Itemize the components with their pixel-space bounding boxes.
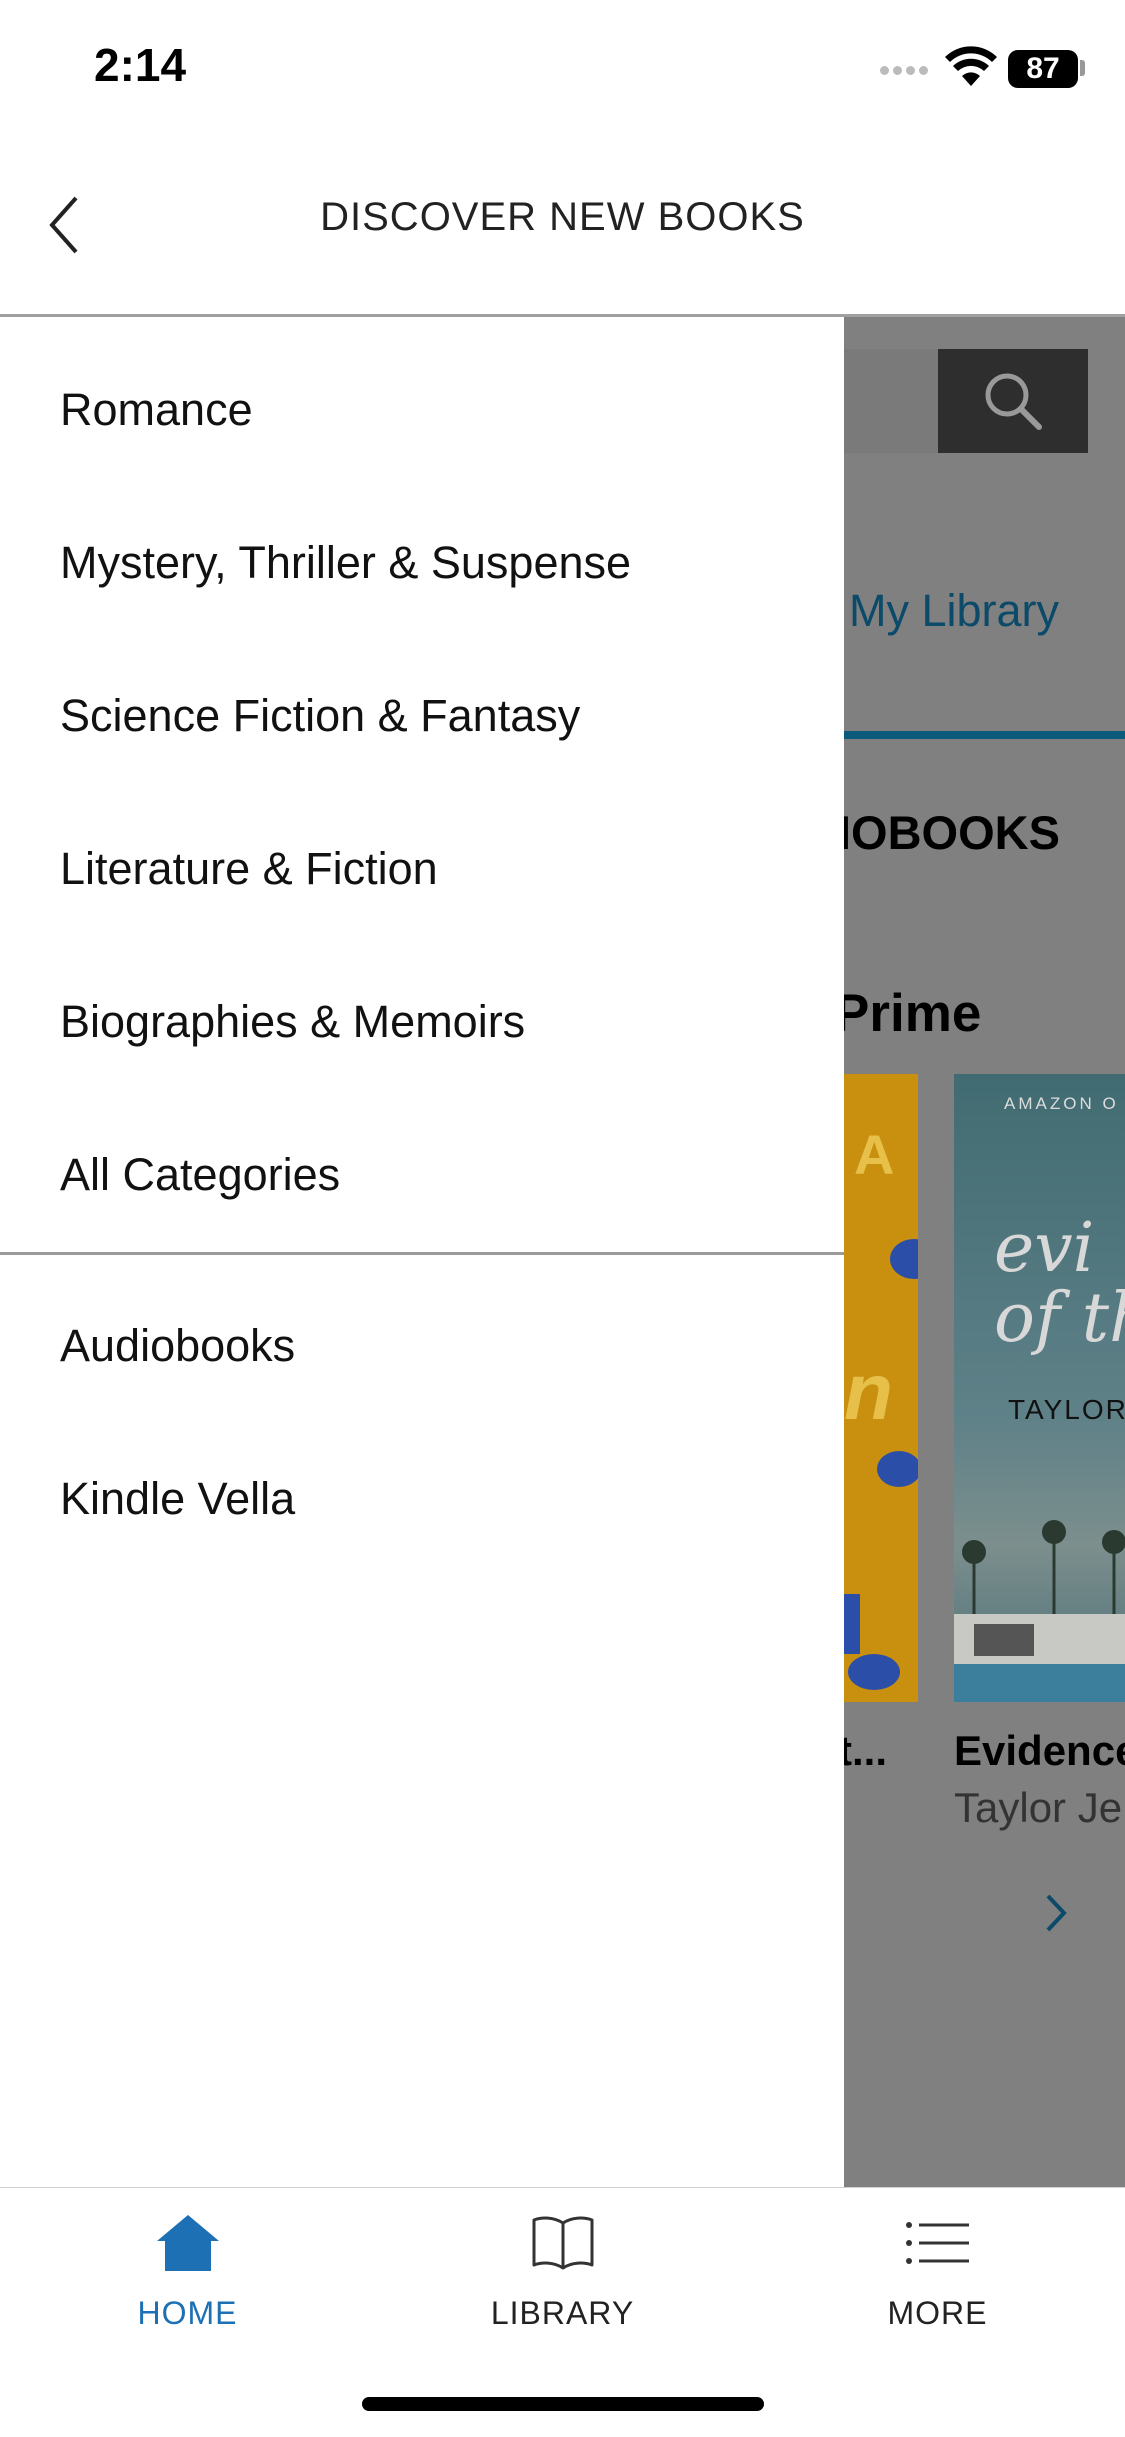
tab-label: LIBRARY [490,2295,635,2331]
home-indicator [362,2397,764,2411]
cover-publisher: AMAZON O [1004,1094,1119,1113]
background-tab-my-library: y My Library [844,585,1060,636]
menu-item-romance[interactable]: Romance [0,340,844,480]
book-icon [532,2216,593,2270]
tab-library[interactable]: LIBRARY [375,2205,750,2355]
menu-item-audiobooks[interactable]: Audiobooks [0,1276,844,1416]
book-cover: A n [844,1074,918,1702]
home-icon [156,2215,219,2271]
search-icon [985,373,1042,430]
wifi-icon [944,44,998,88]
background-content-overlay[interactable]: y My Library IOBOOKS Prime A n AMAZON O … [844,317,1125,2187]
cover-author: TAYLOR J [1008,1394,1125,1425]
book-title: t... [844,1727,887,1774]
search-button [938,349,1088,453]
background-tab-audiobooks: IOBOOKS [844,806,1060,859]
tab-underline [844,731,1125,739]
cover-title: eviof th [994,1209,1125,1358]
book-cover-evidence: AMAZON O eviof th TAYLOR J [954,1074,1125,1702]
menu-item-literature[interactable]: Literature & Fiction [0,799,844,939]
book-author: Taylor Je [954,1784,1123,1831]
chevron-right-icon [1044,1892,1068,1934]
menu-item-kindle-vella[interactable]: Kindle Vella [0,1429,844,1569]
tab-label: MORE [887,2295,988,2331]
battery-icon: 87 [1008,50,1078,88]
menu-item-all-categories[interactable]: All Categories [0,1105,844,1245]
tab-more[interactable]: MORE [750,2205,1125,2355]
section-title: Prime [844,984,982,1043]
menu-list-icon [905,2222,969,2264]
tab-home[interactable]: HOME [0,2205,375,2355]
category-drawer: Romance Mystery, Thriller & Suspense Sci… [0,317,844,2187]
battery-cap [1080,60,1085,76]
svg-text:A: A [854,1123,894,1186]
drawer-divider [0,1252,844,1255]
search-field [844,349,938,453]
tab-label: HOME [137,2295,238,2331]
status-time: 2:14 [94,39,187,91]
menu-item-biographies[interactable]: Biographies & Memoirs [0,952,844,1092]
menu-item-science-fiction[interactable]: Science Fiction & Fantasy [0,646,844,786]
menu-item-mystery[interactable]: Mystery, Thriller & Suspense [0,493,844,633]
cellular-signal-icon [880,62,934,76]
palm-trees-illustration [954,1520,1125,1702]
page-title: DISCOVER NEW BOOKS [320,195,805,239]
book-title: Evidence [954,1727,1125,1774]
svg-text:n: n [844,1347,893,1436]
